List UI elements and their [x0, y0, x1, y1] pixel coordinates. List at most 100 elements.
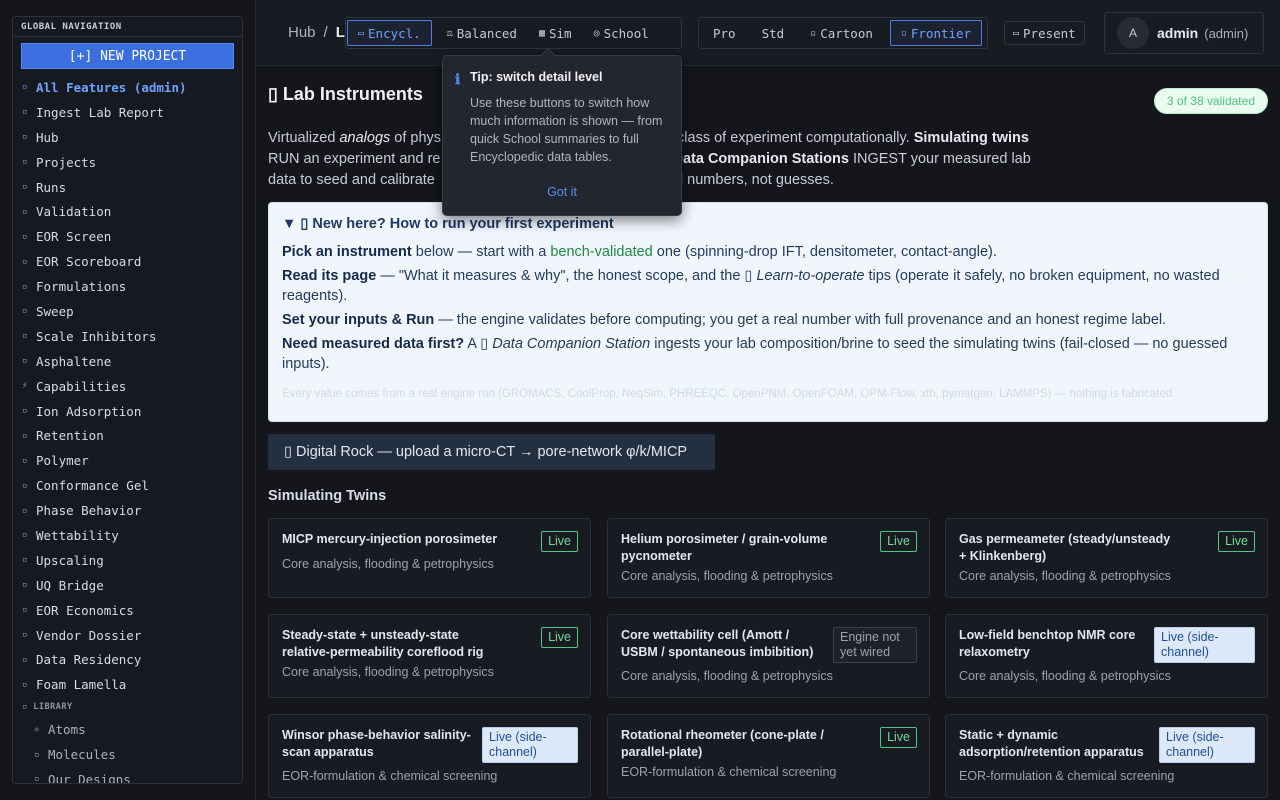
sidebar-item-label: Wettability [36, 527, 119, 543]
sidebar-item-data-residency[interactable]: ▫ Data Residency [13, 647, 242, 672]
button-label: Cartoon [820, 25, 873, 41]
style-cartoon-button[interactable]: ▫ Cartoon [795, 20, 884, 46]
user-menu[interactable]: A admin (admin) [1104, 12, 1264, 54]
sidebar-item-phase-behavior[interactable]: ▫ Phase Behavior [13, 498, 242, 523]
sidebar-item-upscaling[interactable]: ▫ Upscaling [13, 548, 242, 573]
sidebar-item-label: Phase Behavior [36, 503, 142, 519]
sidebar-item-ingest-lab-report[interactable]: ▫ Ingest Lab Report [13, 100, 242, 125]
sidebar-item-our-designs[interactable]: ▫ Our Designs [13, 767, 242, 783]
sidebar-item-projects[interactable]: ▫ Projects [13, 150, 242, 175]
sidebar-item-label: Hub [36, 129, 59, 145]
square-icon: ▫ [22, 132, 28, 143]
card-title: Steady-state + unsteady-state relative-p… [282, 628, 484, 659]
square-icon: ▫ [22, 107, 28, 118]
instrument-card[interactable]: Gas permeameter (steady/unsteady + Klink… [945, 518, 1268, 598]
sidebar-item-label: Data Residency [36, 652, 142, 668]
style-pro-button[interactable]: Pro [702, 20, 747, 46]
guide-text: bench-validated [550, 244, 653, 260]
sidebar-item-ion-adsorption[interactable]: ▫ Ion Adsorption [13, 399, 242, 424]
instrument-card[interactable]: Core wettability cell (Amott / USBM / sp… [607, 614, 930, 698]
status-badge: Live [1218, 531, 1255, 552]
guide-step: Set your inputs & Run — the engine valid… [282, 310, 1254, 330]
digital-rock-button[interactable]: ▯ Digital Rock — upload a micro-CT → por… [268, 434, 715, 470]
tooltip-body: Use these buttons to switch how much inf… [470, 96, 663, 164]
button-label: Pro [713, 25, 736, 41]
sidebar-item-validation[interactable]: ▫ Validation [13, 199, 242, 224]
grid-icon: ▦ [538, 27, 545, 39]
sidebar-item-sweep[interactable]: ▫ Sweep [13, 299, 242, 324]
breadcrumb-hub[interactable]: Hub [288, 24, 316, 41]
intro-text-part: Simulating twins [913, 130, 1029, 146]
guide-step: Need measured data first? A ▯ Data Compa… [282, 334, 1254, 374]
card-category: Core analysis, flooding & petrophysics [959, 569, 1171, 583]
sidebar-item-molecules[interactable]: ▫ Molecules [13, 742, 242, 767]
guide-text: below — start with a [411, 244, 551, 260]
card-title: Gas permeameter (steady/unsteady + Klink… [959, 532, 1171, 563]
present-button[interactable]: ▭ Present [1004, 21, 1085, 45]
new-project-button[interactable]: [+] NEW PROJECT [21, 43, 234, 69]
sidebar-item-capabilities[interactable]: ⚡ Capabilities [13, 374, 242, 399]
sidebar-item-conformance-gel[interactable]: ▫ Conformance Gel [13, 473, 242, 498]
sidebar-item-label: Runs [36, 179, 67, 195]
card-category: EOR-formulation & chemical screening [282, 769, 498, 783]
sidebar-item-uq-bridge[interactable]: ▫ UQ Bridge [13, 573, 242, 598]
detail-school-button[interactable]: ◎ School [583, 20, 660, 46]
balance-icon: ⚖ [446, 27, 453, 39]
style-std-button[interactable]: Std [747, 20, 796, 46]
square-icon: ▫ [34, 749, 40, 760]
sidebar-item-foam-lamella[interactable]: ▫ Foam Lamella [13, 672, 242, 697]
intro-text-part: Data Companion Stations [672, 151, 849, 167]
detail-encycl-button[interactable]: ▭ Encycl. [347, 20, 432, 46]
guide-text: — "What it measures & why", the honest s… [376, 268, 757, 284]
sidebar-item-atoms[interactable]: ⚛ Atoms [13, 717, 242, 742]
card-category: Core analysis, flooding & petrophysics [282, 556, 494, 571]
sidebar-panel: GLOBAL NAVIGATION [+] NEW PROJECT ▫ All F… [0, 0, 256, 800]
sidebar-item-label: Conformance Gel [36, 478, 149, 494]
button-label: Std [761, 25, 785, 41]
instrument-card[interactable]: Static + dynamic adsorption/retention ap… [945, 714, 1268, 798]
instrument-card[interactable]: Helium porosimeter / grain-volume pycnom… [607, 518, 930, 598]
instrument-card[interactable]: Low-field benchtop NMR core relaxometry … [945, 614, 1268, 698]
sidebar-item-formulations[interactable]: ▫ Formulations [13, 274, 242, 299]
instrument-card[interactable]: MICP mercury-injection porosimeter Core … [268, 518, 591, 598]
style-frontier-button[interactable]: ▫ Frontier [889, 20, 983, 46]
button-label: Encycl. [368, 25, 421, 41]
card-category: Core analysis, flooding & petrophysics [282, 665, 494, 679]
detail-sim-button[interactable]: ▦ Sim [528, 20, 583, 46]
sidebar-item-polymer[interactable]: ▫ Polymer [13, 448, 242, 473]
guide-text: Need measured data first? [282, 336, 465, 352]
got-it-button[interactable]: Got it [443, 185, 681, 199]
card-category: EOR-formulation & chemical screening [621, 765, 837, 779]
sidebar-item-eor-scoreboard[interactable]: ▫ EOR Scoreboard [13, 249, 242, 274]
sidebar-item-label: Polymer [36, 453, 89, 469]
detail-balanced-button[interactable]: ⚖ Balanced [432, 20, 528, 46]
card-title: Static + dynamic adsorption/retention ap… [959, 728, 1144, 759]
sidebar-item-vendor-dossier[interactable]: ▫ Vendor Dossier [13, 623, 242, 648]
guide-step: Read its page — "What it measures & why"… [282, 266, 1254, 306]
square-icon: ▫ [22, 231, 28, 242]
library-section-title[interactable]: ▫ LIBRARY [13, 697, 242, 717]
breadcrumb: Hub / L [288, 24, 345, 41]
detail-level-tooltip: ℹ Tip: switch detail level Use these but… [442, 47, 682, 216]
guide-toggle[interactable]: ▼ ▯ New here? How to run your first expe… [282, 216, 1254, 232]
sidebar-item-eor-economics[interactable]: ▫ EOR Economics [13, 598, 242, 623]
info-icon: ℹ [455, 71, 461, 87]
first-experiment-guide: ▼ ▯ New here? How to run your first expe… [268, 202, 1268, 422]
sidebar-item-eor-screen[interactable]: ▫ EOR Screen [13, 224, 242, 249]
sidebar-item-runs[interactable]: ▫ Runs [13, 175, 242, 200]
sidebar-item-asphaltene[interactable]: ▫ Asphaltene [13, 349, 242, 374]
instrument-card[interactable]: Steady-state + unsteady-state relative-p… [268, 614, 591, 698]
guide-text: A ▯ [464, 336, 493, 352]
instrument-card[interactable]: Rotational rheometer (cone-plate / paral… [607, 714, 930, 798]
sidebar-item-wettability[interactable]: ▫ Wettability [13, 523, 242, 548]
breadcrumb-separator: / [323, 24, 328, 41]
sidebar-item-scale-inhibitors[interactable]: ▫ Scale Inhibitors [13, 324, 242, 349]
instrument-card[interactable]: Winsor phase-behavior salinity-scan appa… [268, 714, 591, 798]
sidebar-item-label: Asphaltene [36, 353, 112, 369]
sidebar-item-retention[interactable]: ▫ Retention [13, 423, 242, 448]
card-category: Core analysis, flooding & petrophysics [621, 569, 833, 583]
sidebar-item-all-features[interactable]: ▫ All Features (admin) [13, 75, 242, 100]
school-icon: ◎ [593, 27, 600, 39]
card-title: MICP mercury-injection porosimeter [282, 532, 498, 546]
sidebar-item-hub[interactable]: ▫ Hub [13, 125, 242, 150]
